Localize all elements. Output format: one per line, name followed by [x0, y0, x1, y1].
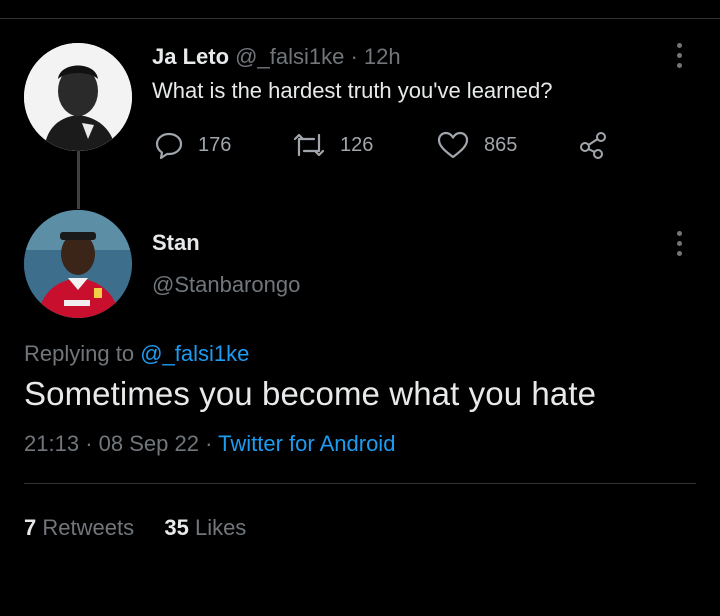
top-divider [0, 18, 720, 19]
thread-line [77, 151, 80, 209]
comment-icon [155, 132, 183, 160]
share-icon [580, 132, 606, 159]
replying-to-line: Replying to @_falsi1ke [24, 341, 249, 367]
meta-divider [24, 483, 696, 484]
parent-tweet-header: Ja Leto @_falsi1ke · 12h [152, 44, 401, 70]
reply-count: 176 [198, 133, 232, 156]
parent-tweet-text: What is the hardest truth you've learned… [152, 78, 553, 103]
separator-dot: · [205, 431, 213, 456]
more-vertical-icon[interactable] [677, 43, 683, 73]
like-button[interactable]: 865 [436, 130, 517, 160]
like-count: 865 [484, 133, 518, 156]
avatar-image [24, 43, 132, 151]
parent-author-name[interactable]: Ja Leto [152, 44, 229, 69]
parent-author-handle[interactable]: @_falsi1ke [235, 44, 344, 69]
separator-dot: · [350, 44, 358, 69]
more-vertical-icon[interactable] [677, 231, 683, 261]
share-button[interactable] [578, 130, 622, 160]
avatar-stan[interactable] [24, 210, 132, 318]
likes-label: Likes [194, 515, 247, 540]
avatar-ja-leto[interactable] [24, 43, 132, 151]
likes-stat[interactable]: 35 Likes [164, 515, 246, 540]
reply-author-handle[interactable]: @Stanbarongo [152, 272, 300, 298]
heart-icon [437, 131, 469, 159]
parent-tweet-actions: 176 126 865 [152, 130, 622, 166]
tweet-client[interactable]: Twitter for Android [218, 431, 395, 456]
like-total: 35 [164, 515, 189, 540]
replying-to-handle[interactable]: @_falsi1ke [140, 341, 249, 366]
retweets-label: Retweets [42, 515, 135, 540]
retweet-icon [293, 133, 325, 157]
tweet-meta: 21:13 · 08 Sep 22 · Twitter for Android [24, 431, 395, 457]
reply-button[interactable]: 176 [154, 130, 231, 160]
retweets-stat[interactable]: 7 Retweets [24, 515, 140, 540]
separator-dot: · [85, 431, 93, 456]
replying-to-label: Replying to [24, 341, 135, 366]
avatar-image [24, 210, 132, 318]
parent-time[interactable]: 12h [364, 44, 401, 69]
reply-tweet-text: Sometimes you become what you hate [24, 375, 597, 412]
retweet-count: 126 [340, 133, 374, 156]
engagement-stats: 7 Retweets 35 Likes [24, 515, 246, 541]
retweet-total: 7 [24, 515, 37, 540]
tweet-time[interactable]: 21:13 [24, 431, 79, 456]
reply-author-name[interactable]: Stan [152, 230, 200, 256]
retweet-button[interactable]: 126 [292, 130, 373, 160]
tweet-date[interactable]: 08 Sep 22 [99, 431, 199, 456]
